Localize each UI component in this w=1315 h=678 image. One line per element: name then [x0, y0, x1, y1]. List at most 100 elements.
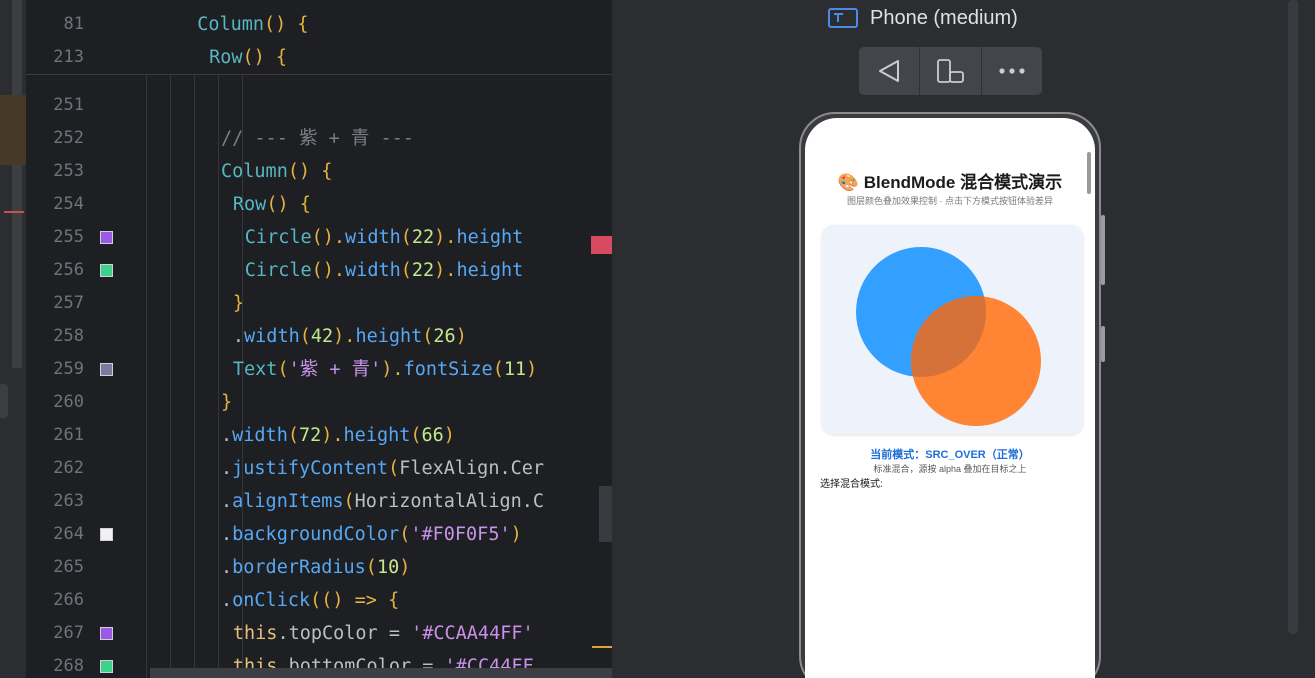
code-token: 10: [376, 557, 400, 578]
code-token: ).: [333, 326, 356, 347]
code-line[interactable]: 265 .borderRadius(10): [26, 551, 612, 584]
more-options-button[interactable]: [982, 47, 1042, 95]
warning-region: [0, 95, 26, 165]
code-line[interactable]: 266 .onClick(() => {: [26, 584, 612, 617]
code-token: (: [365, 557, 377, 578]
back-triangle-icon: [879, 60, 900, 82]
sticky-code-line[interactable]: 213 Row() {: [26, 41, 612, 74]
code-token: ).: [321, 425, 344, 446]
code-line[interactable]: 254 Row() {: [26, 188, 612, 221]
device-rotate-icon: [937, 59, 965, 83]
code-line[interactable]: 259 Text('紫 + 青').fontSize(11): [26, 353, 612, 386]
code-token: width: [232, 425, 288, 446]
code-token: height: [343, 425, 411, 446]
code-text: // --- 紫 + 青 ---: [221, 122, 414, 155]
code-token: 72: [298, 425, 322, 446]
code-text: Circle().width(22).height: [245, 254, 523, 287]
code-line[interactable]: 267 this.topColor = '#CCAA44FF': [26, 617, 612, 650]
code-text: .backgroundColor('#F0F0F5'): [221, 518, 522, 551]
previewer-panel: Phone (medium) 🎨 BlendMode 混合模式演示 图层颜色叠加…: [612, 0, 1315, 678]
code-token: .topColor =: [277, 623, 412, 644]
device-selector[interactable]: Phone (medium): [828, 4, 1018, 32]
line-number: 213: [53, 47, 84, 67]
code-token: // --- 紫 + 青 ---: [221, 128, 414, 149]
mode-description: 标准混合，源按 alpha 叠加在目标之上: [873, 464, 1027, 474]
line-number: 252: [53, 128, 84, 148]
line-number: 255: [53, 227, 84, 247]
line-number: 81: [63, 14, 84, 34]
code-line[interactable]: 255 Circle().width(22).height: [26, 221, 612, 254]
code-line[interactable]: 257}: [26, 287, 612, 320]
app-subtitle: 图层颜色叠加效果控制 · 点击下方模式按钮体验差异: [847, 196, 1053, 206]
code-token: borderRadius: [232, 557, 366, 578]
code-token: Row: [232, 194, 267, 215]
editor-side-gutter: [0, 0, 26, 678]
code-text: }: [221, 386, 232, 419]
line-number: 263: [53, 491, 84, 511]
code-token: .: [221, 425, 233, 446]
code-text: .alignItems(HorizontalAlign.C: [221, 485, 544, 518]
code-line[interactable]: 258 .width(42).height(26): [26, 320, 612, 353]
code-line[interactable]: 252 // --- 紫 + 青 ---: [26, 122, 612, 155]
code-text: .borderRadius(10): [221, 551, 410, 584]
code-token: 11: [503, 359, 527, 380]
code-token: (: [410, 425, 422, 446]
code-editor[interactable]: 251 252 // --- 紫 + 青 --- 253 Column() { 254 Ro…: [0, 0, 612, 678]
code-line[interactable]: 261 .width(72).height(66): [26, 419, 612, 452]
code-token: HorizontalAlign.C: [354, 491, 545, 512]
sticky-code-line[interactable]: 81 Column() {: [26, 8, 612, 41]
phone-screen[interactable]: 🎨 BlendMode 混合模式演示 图层颜色叠加效果控制 · 点击下方模式按钮…: [805, 118, 1095, 678]
code-line[interactable]: 260}: [26, 386, 612, 419]
color-swatch-icon[interactable]: [100, 264, 113, 277]
rotate-device-button[interactable]: [920, 47, 982, 95]
line-number: 254: [53, 194, 84, 214]
code-token: '紫 + 青': [288, 359, 382, 380]
code-token: .: [221, 458, 233, 479]
code-token: (: [400, 260, 412, 281]
preview-scrollbar[interactable]: [1288, 0, 1298, 634]
code-token: height: [355, 326, 423, 347]
horizontal-scrollbar[interactable]: [150, 668, 612, 678]
phone-side-button: [1101, 326, 1105, 362]
code-token: width: [345, 260, 401, 281]
color-swatch-icon[interactable]: [100, 363, 113, 376]
code-line[interactable]: 264 .backgroundColor('#F0F0F5'): [26, 518, 612, 551]
code-token: (: [400, 227, 412, 248]
blend-canvas: [822, 225, 1083, 434]
color-swatch-icon[interactable]: [100, 528, 113, 541]
color-swatch-icon[interactable]: [100, 231, 113, 244]
code-token: ): [399, 557, 411, 578]
code-token: (() => {: [310, 590, 400, 611]
device-icon: [828, 8, 858, 28]
phone-frame: 🎨 BlendMode 混合模式演示 图层颜色叠加效果控制 · 点击下方模式按钮…: [799, 112, 1101, 678]
code-line[interactable]: 256 Circle().width(22).height: [26, 254, 612, 287]
code-text: .width(72).height(66): [221, 419, 455, 452]
code-line[interactable]: 253 Column() {: [26, 155, 612, 188]
code-token: (: [492, 359, 504, 380]
code-line[interactable]: 262 .justifyContent(FlexAlign.Cer: [26, 452, 612, 485]
line-number: 251: [53, 95, 84, 115]
color-swatch-icon[interactable]: [100, 660, 113, 673]
line-number: 264: [53, 524, 84, 544]
error-highlight: [591, 236, 612, 254]
line-number: 261: [53, 425, 84, 445]
device-label: Phone (medium): [870, 6, 1018, 29]
code-text: .justifyContent(FlexAlign.Cer: [221, 452, 544, 485]
code-token: this: [232, 623, 278, 644]
code-token: (: [422, 326, 434, 347]
code-token: .: [221, 491, 233, 512]
back-button[interactable]: [859, 47, 921, 95]
line-number: 258: [53, 326, 84, 346]
select-mode-label: 选择混合模式:: [820, 479, 883, 490]
code-line[interactable]: 251: [26, 89, 612, 122]
line-number: 267: [53, 623, 84, 643]
structure-scrollbar[interactable]: [12, 0, 22, 368]
code-line[interactable]: 263 .alignItems(HorizontalAlign.C: [26, 485, 612, 518]
code-token: 22: [411, 227, 435, 248]
phone-side-button: [1101, 215, 1105, 285]
code-token: 22: [411, 260, 435, 281]
code-token: height: [456, 227, 524, 248]
color-swatch-icon[interactable]: [100, 627, 113, 640]
side-panel-tab[interactable]: [0, 384, 8, 418]
line-number: 260: [53, 392, 84, 412]
